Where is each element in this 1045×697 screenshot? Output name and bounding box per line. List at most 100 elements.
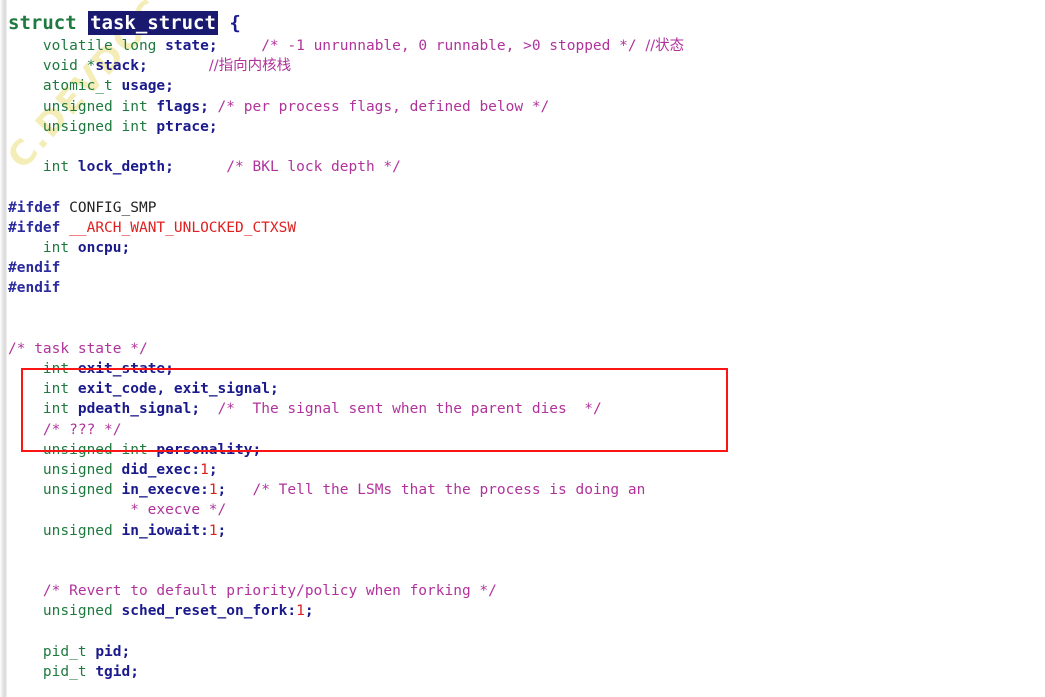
token-keyword-unsigned-int: unsigned int bbox=[42, 98, 148, 115]
token-colon: : bbox=[200, 522, 209, 539]
token-keyword-unsigned-int: unsigned int bbox=[42, 441, 148, 458]
code-line-24[interactable]: * execve */ bbox=[0, 500, 1045, 520]
code-line-17[interactable]: int exit_state; bbox=[0, 359, 1045, 379]
token-colon: : bbox=[191, 461, 201, 478]
token-comment-flags: /* per process flags, defined below */ bbox=[217, 98, 550, 115]
token-identifier-did-exec: did_exec bbox=[121, 461, 192, 478]
code-line-18[interactable]: int exit_code, exit_signal; bbox=[0, 379, 1045, 399]
code-line-6[interactable]: unsigned int ptrace; bbox=[0, 117, 1045, 137]
code-line-15-blank bbox=[0, 298, 1045, 318]
token-keyword-unsigned: unsigned bbox=[42, 482, 113, 499]
token-keyword-unsigned: unsigned bbox=[42, 603, 113, 620]
token-macro-config-smp: CONFIG_SMP bbox=[69, 199, 157, 216]
code-line-7-blank bbox=[0, 137, 1045, 157]
token-keyword-int: int bbox=[42, 381, 70, 398]
token-identifier-in-execve: in_execve bbox=[121, 482, 201, 499]
token-semicolon: ; bbox=[165, 78, 174, 95]
token-identifier-oncpu: oncpu bbox=[77, 239, 122, 256]
token-keyword-int: int bbox=[42, 159, 70, 176]
token-keyword-int: int bbox=[42, 239, 70, 256]
code-line-10[interactable]: #ifdef CONFIG_SMP bbox=[0, 198, 1045, 218]
token-comment-pdeath: /* The signal sent when the parent dies … bbox=[217, 401, 602, 418]
code-line-20[interactable]: /* ??? */ bbox=[0, 420, 1045, 440]
token-keyword-int: int bbox=[42, 361, 70, 377]
token-preprocessor-endif: #endif bbox=[8, 280, 61, 297]
token-semicolon: ; bbox=[208, 461, 218, 478]
token-identifier-stack: stack bbox=[95, 58, 139, 75]
token-preprocessor-ifdef: #ifdef bbox=[8, 199, 61, 216]
token-semicolon: ; bbox=[165, 159, 174, 176]
token-identifier-flags: flags bbox=[156, 98, 201, 115]
token-keyword-void-ptr: void * bbox=[42, 58, 96, 75]
token-keyword-pid-t: pid_t bbox=[42, 663, 87, 680]
code-line-3[interactable]: void *stack; //指向内核栈 bbox=[0, 56, 1045, 76]
token-identifier-in-iowait: in_iowait bbox=[121, 522, 201, 539]
token-keyword-struct: struct bbox=[8, 12, 77, 34]
code-line-32[interactable]: pid_t tgid; bbox=[0, 662, 1045, 682]
token-semicolon: ; bbox=[208, 118, 218, 135]
token-preprocessor-endif: #endif bbox=[8, 260, 61, 277]
token-colon: : bbox=[287, 603, 297, 620]
code-line-1[interactable]: struct task_struct { bbox=[0, 10, 1045, 36]
token-identifier-exit-signal: exit_signal bbox=[173, 381, 270, 398]
code-line-30-blank bbox=[0, 621, 1045, 641]
token-semicolon: ; bbox=[121, 239, 131, 256]
code-line-28[interactable]: /* Revert to default priority/policy whe… bbox=[0, 581, 1045, 601]
token-semicolon: ; bbox=[269, 381, 279, 398]
code-line-11[interactable]: #ifdef __ARCH_WANT_UNLOCKED_CTXSW bbox=[0, 218, 1045, 238]
code-line-5[interactable]: unsigned int flags; /* per process flags… bbox=[0, 97, 1045, 117]
code-line-27-blank bbox=[0, 561, 1045, 581]
token-keyword-int: int bbox=[42, 401, 70, 418]
token-semicolon: ; bbox=[217, 522, 227, 539]
token-comment-execve-cont: * execve */ bbox=[130, 502, 227, 519]
code-line-8[interactable]: int lock_depth; /* BKL lock depth */ bbox=[0, 157, 1045, 177]
token-number-bitfield: 1 bbox=[208, 522, 218, 539]
token-semicolon: ; bbox=[165, 361, 174, 377]
token-comment-cjk-state: //状态 bbox=[645, 38, 685, 54]
token-semicolon: ; bbox=[130, 663, 139, 680]
token-macro-arch-want-unlocked-ctxsw: __ARCH_WANT_UNLOCKED_CTXSW bbox=[69, 219, 297, 236]
code-line-16[interactable]: /* task state */ bbox=[0, 339, 1045, 359]
code-line-23[interactable]: unsigned in_execve:1; /* Tell the LSMs t… bbox=[0, 480, 1045, 500]
token-comma: , bbox=[156, 381, 166, 398]
code-line-9-blank bbox=[0, 177, 1045, 197]
token-identifier-ptrace: ptrace bbox=[156, 118, 209, 135]
code-line-2[interactable]: volatile long state; /* -1 unrunnable, 0… bbox=[0, 36, 1045, 56]
token-keyword-volatile-long: volatile long bbox=[42, 38, 157, 54]
code-line-22[interactable]: unsigned did_exec:1; bbox=[0, 460, 1045, 480]
token-comment-state: /* -1 unrunnable, 0 runnable, >0 stopped… bbox=[261, 38, 637, 54]
token-preprocessor-ifdef: #ifdef bbox=[8, 219, 61, 236]
code-line-31[interactable]: pid_t pid; bbox=[0, 642, 1045, 662]
selected-identifier-task-struct[interactable]: task_struct bbox=[88, 11, 218, 35]
code-line-29[interactable]: unsigned sched_reset_on_fork:1; bbox=[0, 601, 1045, 621]
token-semicolon: ; bbox=[304, 603, 314, 620]
code-line-25[interactable]: unsigned in_iowait:1; bbox=[0, 521, 1045, 541]
code-line-4[interactable]: atomic_t usage; bbox=[0, 76, 1045, 96]
token-semicolon: ; bbox=[121, 643, 131, 660]
token-number-bitfield: 1 bbox=[200, 461, 209, 478]
token-comment-task-state: /* task state */ bbox=[8, 340, 148, 357]
token-keyword-pid-t: pid_t bbox=[42, 643, 87, 660]
token-open-brace: { bbox=[229, 12, 241, 34]
code-line-21[interactable]: unsigned int personality; bbox=[0, 440, 1045, 460]
token-comment-in-execve: /* Tell the LSMs that the process is doi… bbox=[252, 482, 646, 499]
token-semicolon: ; bbox=[208, 38, 218, 54]
token-comment-revert-priority: /* Revert to default priority/policy whe… bbox=[42, 583, 497, 600]
token-identifier-sched-reset-on-fork: sched_reset_on_fork bbox=[121, 603, 288, 620]
code-line-14[interactable]: #endif bbox=[0, 278, 1045, 298]
code-listing[interactable]: struct task_struct { volatile long state… bbox=[0, 0, 1045, 697]
token-identifier-pdeath-signal: pdeath_signal bbox=[77, 401, 192, 418]
code-line-12[interactable]: int oncpu; bbox=[0, 238, 1045, 258]
token-keyword-atomic-t: atomic_t bbox=[42, 78, 113, 95]
token-colon: : bbox=[200, 482, 209, 499]
code-line-13[interactable]: #endif bbox=[0, 258, 1045, 278]
token-identifier-exit-state: exit_state bbox=[77, 361, 166, 377]
token-number-bitfield: 1 bbox=[208, 482, 218, 499]
token-comment-cjk-stack: //指向内核栈 bbox=[208, 58, 292, 75]
token-semicolon: ; bbox=[191, 401, 201, 418]
token-identifier-personality: personality bbox=[156, 441, 253, 458]
token-keyword-unsigned: unsigned bbox=[42, 461, 113, 478]
token-comment-bkl: /* BKL lock depth */ bbox=[226, 159, 401, 176]
token-keyword-unsigned: unsigned bbox=[42, 522, 113, 539]
code-line-19[interactable]: int pdeath_signal; /* The signal sent wh… bbox=[0, 399, 1045, 419]
